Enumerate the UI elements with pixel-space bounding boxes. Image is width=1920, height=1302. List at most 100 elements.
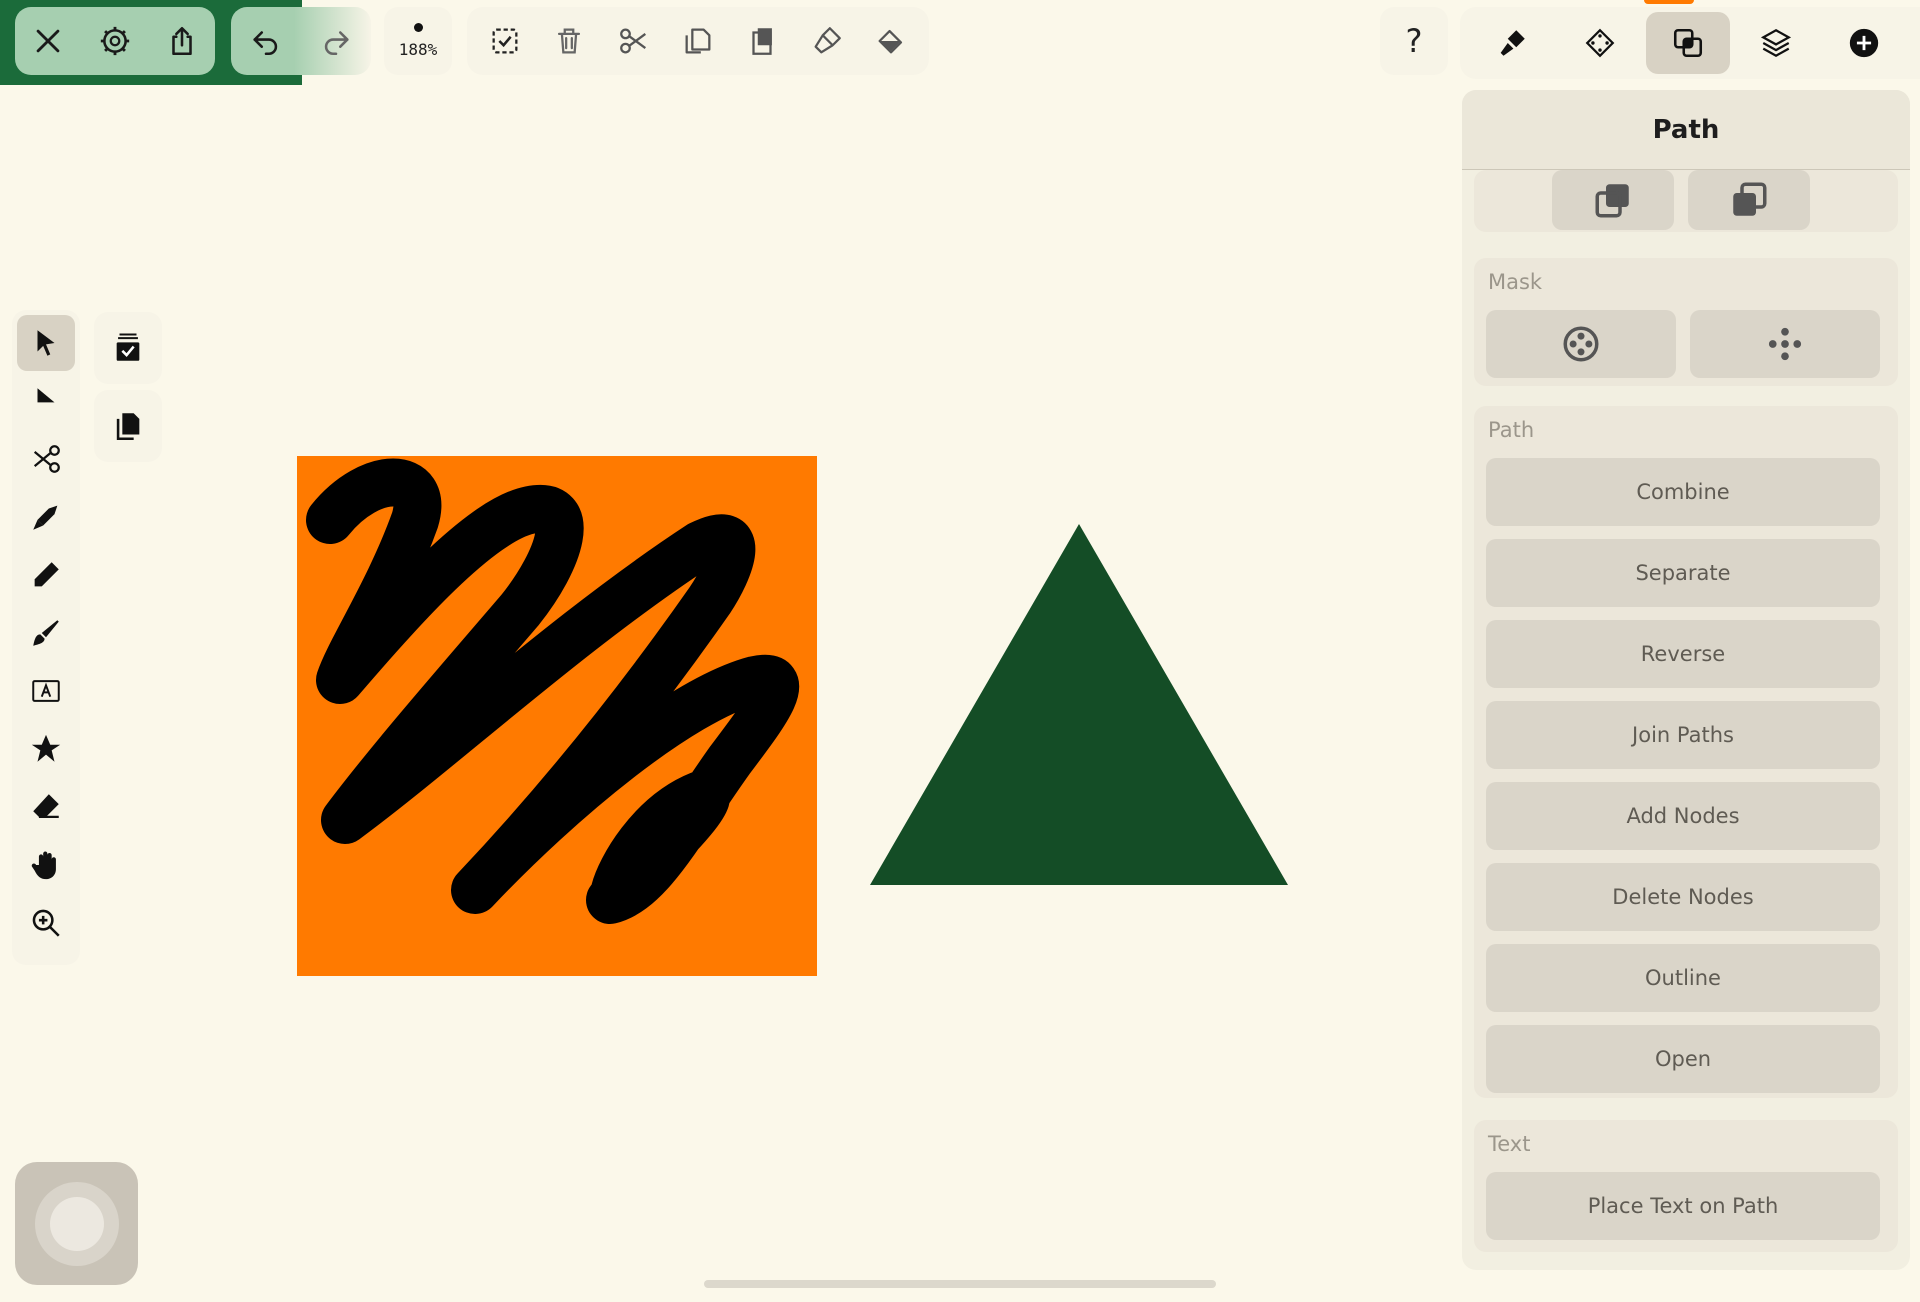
- zoom-dot: [413, 23, 423, 32]
- hand-icon: [31, 851, 56, 880]
- open-path-button[interactable]: Open: [1486, 1025, 1880, 1093]
- duplicate-button[interactable]: [94, 390, 162, 462]
- arrow-pointer-icon: [37, 330, 55, 356]
- paste-icon: [752, 28, 773, 55]
- scissors-icon: [33, 445, 60, 473]
- pencil-tool[interactable]: [17, 547, 75, 603]
- unmask-button[interactable]: [1690, 310, 1880, 378]
- share-button[interactable]: [150, 9, 214, 73]
- tab-layers[interactable]: [1734, 12, 1818, 74]
- fill-button[interactable]: [859, 9, 923, 73]
- share-icon: [171, 26, 192, 56]
- drawing-canvas[interactable]: [0, 0, 1440, 1302]
- diamond-nodes-icon: [1585, 28, 1615, 58]
- green-triangle-shape[interactable]: [870, 524, 1288, 885]
- mask-section: Mask: [1474, 258, 1898, 386]
- scissors-icon: [619, 28, 646, 54]
- tool-rail: [12, 310, 80, 965]
- paste-button[interactable]: [730, 9, 794, 73]
- add-nodes-button[interactable]: Add Nodes: [1486, 782, 1880, 850]
- eraser-icon: [33, 794, 59, 819]
- paint-bucket-icon: [878, 29, 902, 54]
- path-boolean-button-2[interactable]: [1688, 170, 1810, 230]
- joystick-knob[interactable]: [49, 1196, 104, 1251]
- path-operations-icon: [1673, 28, 1703, 58]
- direct-select-icon: [37, 388, 55, 403]
- navigation-joystick[interactable]: [15, 1162, 138, 1285]
- combine-button[interactable]: Combine: [1486, 458, 1880, 526]
- settings-button[interactable]: [83, 9, 147, 73]
- tab-style[interactable]: [1470, 12, 1554, 74]
- pen-nib-icon: [33, 505, 58, 530]
- close-button[interactable]: [16, 9, 80, 73]
- union-front-icon: [1595, 184, 1629, 218]
- text-section: Text Place Text on Path: [1474, 1120, 1898, 1252]
- separate-button[interactable]: Separate: [1486, 539, 1880, 607]
- tab-arrange[interactable]: [1558, 12, 1642, 74]
- shape-tool[interactable]: [17, 721, 75, 777]
- redo-button[interactable]: [304, 9, 368, 73]
- delete-nodes-button[interactable]: Delete Nodes: [1486, 863, 1880, 931]
- trash-icon: [558, 28, 581, 54]
- zoom-level: 188%: [398, 40, 438, 59]
- scissors-tool[interactable]: [17, 431, 75, 487]
- mask-circle-icon: [1563, 326, 1599, 362]
- copy-icon: [116, 413, 140, 441]
- tab-path[interactable]: [1646, 12, 1730, 74]
- brush-tool[interactable]: [17, 605, 75, 661]
- layers-icon: [1760, 28, 1792, 58]
- zoom-indicator[interactable]: 188%: [384, 7, 452, 75]
- close-icon: [36, 29, 60, 53]
- black-scribble-path[interactable]: [306, 458, 800, 924]
- eraser-tool[interactable]: [17, 779, 75, 835]
- cut-button[interactable]: [602, 9, 666, 73]
- copy-button[interactable]: [666, 9, 730, 73]
- select-all-icon: [492, 28, 518, 54]
- path-inspector-panel: Path Mask Path Combine Separate Reverse …: [1462, 90, 1910, 1270]
- mask-button[interactable]: [1486, 310, 1676, 378]
- selection-options-button[interactable]: [94, 312, 162, 384]
- pencil-icon: [34, 562, 59, 587]
- hand-tool[interactable]: [17, 837, 75, 893]
- document-toolbar: [15, 7, 215, 75]
- gear-icon: [100, 26, 130, 56]
- node-tool[interactable]: [17, 373, 75, 429]
- plus-circle-icon: [1849, 28, 1879, 58]
- zoom-tool[interactable]: [17, 895, 75, 951]
- undo-icon: [253, 31, 278, 56]
- edit-toolbar: [467, 7, 929, 75]
- text-tool[interactable]: [17, 663, 75, 719]
- pen-tool[interactable]: [17, 489, 75, 545]
- home-indicator: [704, 1280, 1216, 1288]
- history-toolbar: [231, 7, 371, 75]
- selection-tool[interactable]: [17, 315, 75, 371]
- outline-button[interactable]: Outline: [1486, 944, 1880, 1012]
- help-button[interactable]: ?: [1380, 7, 1448, 75]
- panel-title: Path: [1462, 90, 1910, 170]
- text-box-icon: [32, 680, 60, 702]
- paste-style-button[interactable]: [795, 9, 859, 73]
- select-all-button[interactable]: [473, 9, 537, 73]
- reverse-button[interactable]: Reverse: [1486, 620, 1880, 688]
- mask-section-title: Mask: [1488, 270, 1543, 294]
- scatter-dots-icon: [1768, 327, 1802, 361]
- tab-add[interactable]: [1822, 12, 1906, 74]
- paint-brush-icon: [33, 620, 59, 646]
- joystick-ring: [34, 1181, 119, 1266]
- status-indicator: [1644, 0, 1694, 4]
- redo-icon: [324, 31, 349, 56]
- brush-tools-icon: [1500, 30, 1525, 56]
- delete-button[interactable]: [537, 9, 601, 73]
- star-icon: [31, 734, 61, 762]
- copy-icon: [685, 28, 711, 54]
- path-section-title: Path: [1488, 418, 1535, 442]
- orange-square-shape[interactable]: [297, 456, 817, 976]
- subtract-back-icon: [1733, 182, 1767, 216]
- magnifier-plus-icon: [32, 909, 60, 937]
- text-section-title: Text: [1488, 1132, 1531, 1156]
- join-paths-button[interactable]: Join Paths: [1486, 701, 1880, 769]
- place-text-on-path-button[interactable]: Place Text on Path: [1486, 1172, 1880, 1240]
- undo-button[interactable]: [234, 9, 298, 73]
- path-boolean-button-1[interactable]: [1552, 170, 1674, 230]
- inspector-tabs: [1460, 7, 1920, 79]
